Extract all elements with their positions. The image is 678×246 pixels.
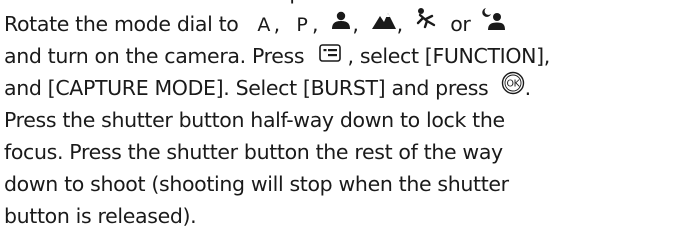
line-3-text-a: and [CAPTURE MODE]. Select [BURST] and p… bbox=[4, 76, 489, 100]
line-4: Press the shutter button half-way down t… bbox=[4, 108, 505, 132]
portrait-mode-icon bbox=[330, 7, 352, 39]
line-2-text-b: , select [FUNCTION], bbox=[347, 44, 551, 68]
ok-button-icon: OK bbox=[501, 71, 525, 104]
line-5: focus. Press the shutter button the rest… bbox=[4, 140, 503, 164]
document: The camera takes a burst of photos while… bbox=[4, 0, 678, 232]
or-word: or bbox=[450, 12, 471, 36]
line-2: and turn on the camera. Press , select [… bbox=[4, 40, 678, 72]
mode-p-label: P bbox=[296, 14, 308, 36]
line-1-text: Rotate the mode dial to bbox=[4, 12, 239, 36]
sports-mode-icon bbox=[415, 7, 439, 40]
landscape-mode-icon bbox=[371, 7, 397, 39]
line-7: button is released). bbox=[4, 204, 197, 228]
line-3: and [CAPTURE MODE]. Select [BURST] and p… bbox=[4, 71, 678, 104]
line-1: Rotate the mode dial to A, P, , , or bbox=[4, 7, 678, 40]
svg-text:OK: OK bbox=[506, 78, 520, 89]
mode-a-label: A bbox=[257, 14, 270, 36]
menu-button-icon bbox=[319, 39, 342, 71]
line-6: down to shoot (shooting will stop when t… bbox=[4, 172, 509, 196]
line-3-text-b: . bbox=[524, 76, 532, 100]
line-2-text-a: and turn on the camera. Press bbox=[4, 44, 305, 68]
night-portrait-mode-icon bbox=[481, 7, 506, 40]
